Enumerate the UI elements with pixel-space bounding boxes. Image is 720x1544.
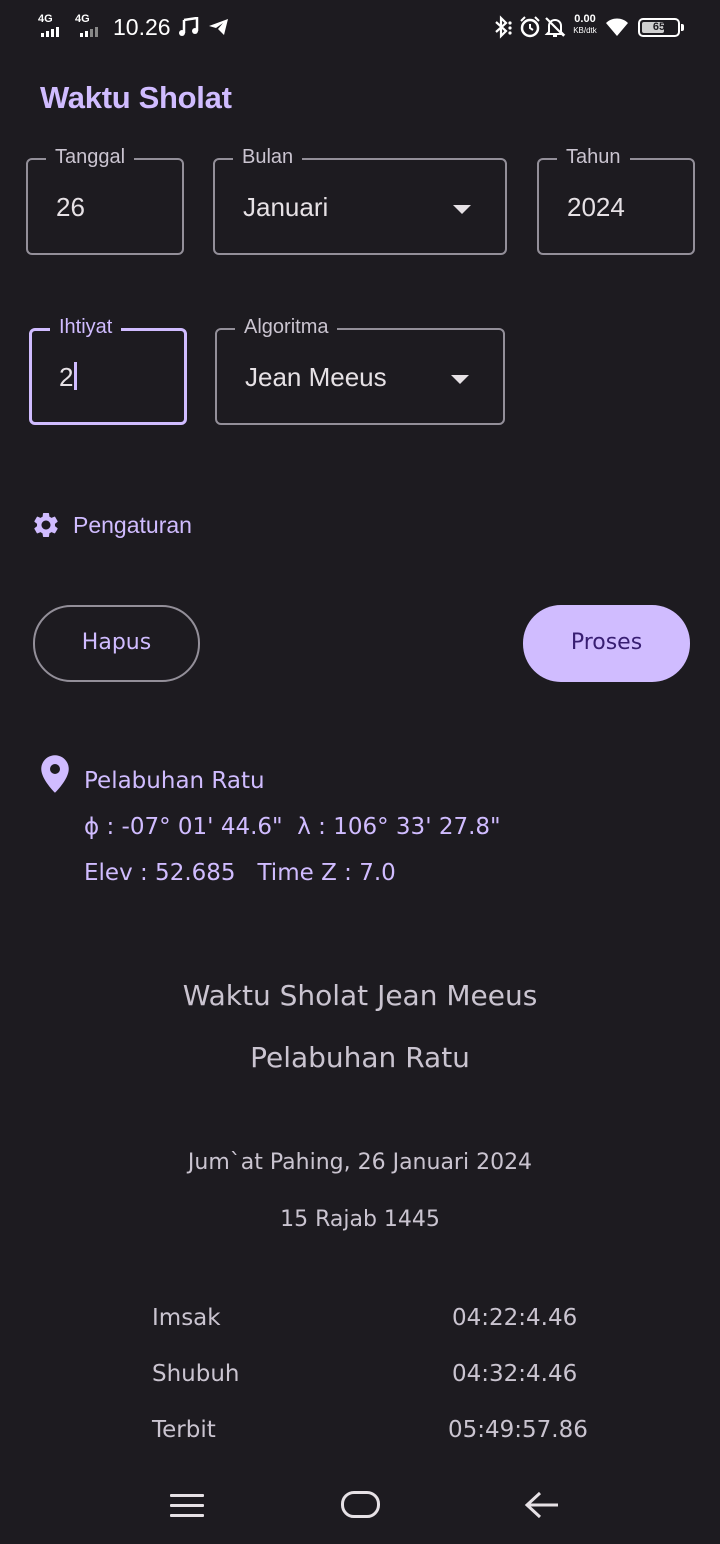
tahun-value: 2024 — [567, 192, 625, 222]
tanggal-label: Tanggal — [46, 143, 135, 171]
prayer-time: 05:49:57.86 — [448, 1417, 588, 1443]
prayer-time-row: Terbit 05:49:57.86 — [0, 1412, 720, 1452]
app-title: Waktu Sholat — [40, 80, 232, 115]
network-type-label: 4G — [75, 13, 90, 25]
dropdown-arrow-icon — [451, 375, 469, 384]
location-pin-icon — [40, 755, 70, 798]
prayer-name: Shubuh — [152, 1361, 240, 1387]
battery-icon: 65 — [638, 18, 680, 37]
algoritma-label: Algoritma — [235, 313, 338, 341]
ihtiyat-input[interactable]: 2 — [59, 362, 78, 393]
algoritma-dropdown[interactable]: Algoritma Jean Meeus — [215, 313, 505, 425]
mute-icon — [544, 16, 566, 43]
prayer-name: Imsak — [152, 1305, 221, 1331]
tahun-field[interactable]: Tahun 2024 — [537, 143, 695, 255]
result-place: Pelabuhan Ratu — [250, 1041, 470, 1074]
back-icon[interactable] — [524, 1490, 560, 1525]
date-masehi: Jum`at Pahing, 26 Januari 2024 — [187, 1150, 533, 1175]
wifi-icon — [605, 17, 629, 42]
menu-icon[interactable] — [170, 1494, 204, 1524]
network-speed-unit: KB/dtk — [573, 26, 597, 35]
network-speed: 0.00 KB/dtk — [570, 13, 600, 36]
ihtiyat-value: 2 — [59, 362, 74, 392]
navigation-bar — [0, 1466, 720, 1544]
location-name: Pelabuhan Ratu — [84, 768, 265, 794]
location-elevation-timezone: Elev : 52.685 Time Z : 7.0 — [84, 860, 396, 886]
tanggal-field[interactable]: Tanggal 26 — [26, 143, 184, 255]
prayer-time-row: Imsak 04:22:4.46 — [0, 1300, 720, 1340]
alarm-icon — [519, 16, 541, 43]
ihtiyat-label: Ihtiyat — [50, 313, 122, 341]
prayer-time-row: Shubuh 04:32:4.46 — [0, 1356, 720, 1396]
hapus-button[interactable]: Hapus — [33, 605, 200, 682]
bulan-value: Januari — [243, 192, 329, 222]
gear-icon — [31, 510, 61, 540]
telegram-icon — [208, 17, 230, 42]
clock: 10.26 — [113, 14, 171, 40]
network-type-label: 4G — [38, 13, 53, 25]
dropdown-arrow-icon — [453, 205, 471, 214]
text-cursor — [74, 362, 78, 390]
location-coordinates: ϕ : -07° 01' 44.6" λ : 106° 33' 27.8" — [84, 814, 501, 840]
result-title: Waktu Sholat Jean Meeus — [182, 979, 538, 1012]
bulan-dropdown[interactable]: Bulan Januari — [213, 143, 507, 255]
prayer-time: 04:22:4.46 — [452, 1305, 578, 1331]
prayer-name: Terbit — [152, 1417, 216, 1443]
network-speed-value: 0.00 — [574, 13, 596, 25]
tanggal-value: 26 — [56, 192, 85, 222]
bluetooth-icon — [492, 15, 514, 44]
bulan-label: Bulan — [233, 143, 303, 171]
ihtiyat-field[interactable]: Ihtiyat 2 — [29, 313, 187, 425]
settings-label: Pengaturan — [73, 511, 192, 538]
battery-tip — [681, 24, 684, 31]
proses-button[interactable]: Proses — [523, 605, 690, 682]
home-icon[interactable] — [341, 1491, 380, 1518]
date-hijri: 15 Rajab 1445 — [280, 1207, 440, 1232]
music-icon — [178, 16, 200, 42]
algoritma-value: Jean Meeus — [245, 362, 387, 392]
tahun-label: Tahun — [557, 143, 630, 171]
settings-button[interactable]: Pengaturan — [31, 510, 192, 540]
prayer-time: 04:32:4.46 — [452, 1361, 578, 1387]
battery-percent: 65 — [652, 21, 666, 33]
status-bar: 4G 4G 10.26 0.00 KB/dtk 65 — [0, 0, 720, 54]
